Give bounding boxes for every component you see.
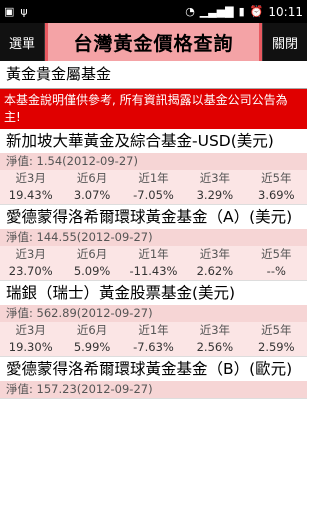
fund-nav: 淨值: 1.54(2012-09-27)	[0, 153, 307, 170]
app-title: 台灣黃金價格查詢	[45, 23, 262, 61]
period-label: 近6月	[76, 247, 108, 261]
status-bar: ▣ ψ ◔ ▁▃▅▇ ▮ ⏰ 10:11	[0, 0, 307, 23]
period-label: 近1年	[138, 323, 169, 337]
usb-icon: ψ	[20, 5, 28, 18]
return-value: 3.29%	[196, 188, 234, 202]
period-label: 近3年	[199, 171, 231, 185]
period-label: 近3月	[15, 323, 46, 337]
fund-list[interactable]: 新加坡大華黃金及綜合基金-USD(美元) 淨值: 1.54(2012-09-27…	[0, 129, 307, 399]
fund-nav: 淨值: 157.23(2012-09-27)	[0, 381, 307, 398]
return-value: 23.70%	[8, 264, 53, 278]
period-label: 近6月	[76, 323, 108, 337]
fund-item[interactable]: 愛德蒙得洛希爾環球黃金基金（A）(美元) 淨值: 144.55(2012-09-…	[0, 205, 307, 281]
fund-name: 愛德蒙得洛希爾環球黃金基金（B）(歐元)	[0, 357, 307, 381]
notice-banner: 本基金說明僅供參考, 所有資訊揭露以基金公司公告為主!	[0, 89, 307, 129]
return-value: 5.09%	[73, 264, 111, 278]
fund-nav: 淨值: 562.89(2012-09-27)	[0, 305, 307, 322]
return-value: -7.63%	[133, 340, 174, 354]
fund-returns: 近3月 近6月 近1年 近3年 近5年 23.70% 5.09% -11.43%…	[0, 246, 307, 280]
period-label: 近3月	[15, 247, 46, 261]
period-label: 近6月	[76, 171, 108, 185]
menu-button[interactable]: 選單	[0, 23, 45, 61]
fund-name: 新加坡大華黃金及綜合基金-USD(美元)	[0, 129, 307, 153]
period-label: 近5年	[261, 171, 292, 185]
period-label: 近3年	[199, 323, 231, 337]
status-time: 10:11	[268, 4, 303, 19]
return-value: 19.43%	[8, 188, 53, 202]
fund-nav: 淨值: 144.55(2012-09-27)	[0, 229, 307, 246]
period-label: 近3月	[15, 171, 46, 185]
fund-item[interactable]: 瑞銀（瑞士）黃金股票基金(美元) 淨值: 562.89(2012-09-27) …	[0, 281, 307, 357]
wifi-icon: ◔	[185, 5, 195, 18]
fund-item[interactable]: 新加坡大華黃金及綜合基金-USD(美元) 淨值: 1.54(2012-09-27…	[0, 129, 307, 205]
return-value: 2.56%	[196, 340, 234, 354]
battery-icon: ▮	[238, 5, 245, 18]
period-label: 近1年	[138, 171, 169, 185]
notification-icon: ▣	[4, 5, 15, 18]
fund-item[interactable]: 愛德蒙得洛希爾環球黃金基金（B）(歐元) 淨值: 157.23(2012-09-…	[0, 357, 307, 399]
return-value: 19.30%	[8, 340, 53, 354]
return-value: 3.69%	[258, 188, 295, 202]
return-value: --%	[266, 264, 286, 278]
return-value: -7.05%	[133, 188, 174, 202]
period-label: 近5年	[261, 247, 292, 261]
return-value: 5.99%	[73, 340, 111, 354]
fund-name: 愛德蒙得洛希爾環球黃金基金（A）(美元)	[0, 205, 307, 229]
signal-icon: ▁▃▅▇	[199, 5, 234, 18]
alarm-icon: ⏰	[249, 5, 264, 18]
return-value: 2.62%	[196, 264, 234, 278]
section-title: 黃金貴金屬基金	[0, 61, 307, 89]
return-value: -11.43%	[129, 264, 178, 278]
period-label: 近1年	[138, 247, 169, 261]
app-header: 選單 台灣黃金價格查詢 關閉	[0, 23, 307, 61]
period-label: 近3年	[199, 247, 231, 261]
return-value: 2.59%	[258, 340, 295, 354]
fund-returns: 近3月 近6月 近1年 近3年 近5年 19.43% 3.07% -7.05% …	[0, 170, 307, 204]
close-button[interactable]: 關閉	[262, 23, 307, 61]
fund-name: 瑞銀（瑞士）黃金股票基金(美元)	[0, 281, 307, 305]
period-label: 近5年	[261, 323, 292, 337]
return-value: 3.07%	[73, 188, 111, 202]
fund-returns: 近3月 近6月 近1年 近3年 近5年 19.30% 5.99% -7.63% …	[0, 322, 307, 356]
